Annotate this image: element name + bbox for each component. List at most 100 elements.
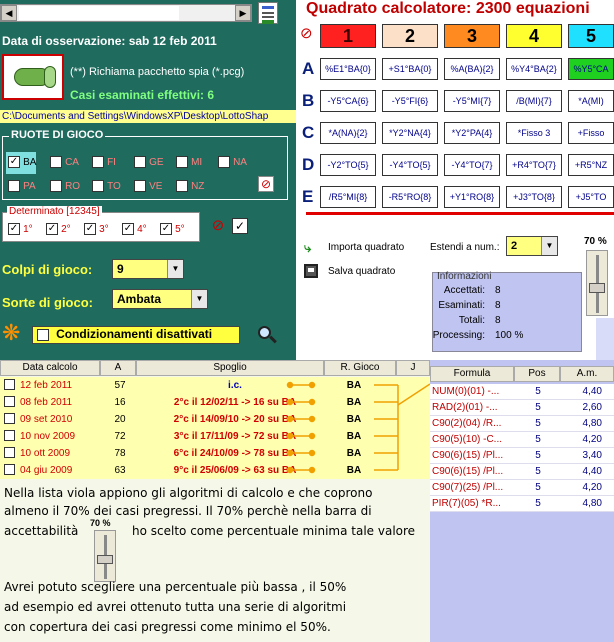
clear-ruote-icon[interactable]: ⊘ xyxy=(258,176,274,192)
ruota-checkbox[interactable] xyxy=(134,156,146,169)
list-item[interactable]: C90(5)(10) -C... 5 4,20 xyxy=(430,432,614,448)
column-header-4[interactable]: 4 xyxy=(506,24,562,48)
determinato-2[interactable]: ✓ 2° xyxy=(46,223,71,236)
equation-cell[interactable]: *A(MI) xyxy=(568,90,614,112)
equation-cell[interactable]: +Y1°RO{8} xyxy=(444,186,500,208)
ruota-checkbox[interactable] xyxy=(176,180,188,193)
equation-cell[interactable]: -Y5°FI{6} xyxy=(382,90,438,112)
equation-cell[interactable]: *Fisso 3 xyxy=(506,122,562,144)
determinato-checkbox[interactable]: ✓ xyxy=(8,223,20,236)
ruota-checkbox[interactable] xyxy=(134,180,146,193)
snowflake-icon[interactable]: ❋ xyxy=(2,322,20,344)
equation-cell[interactable]: +J3°TO{8} xyxy=(506,186,562,208)
chevron-down-icon[interactable]: ▼ xyxy=(541,237,557,255)
determinato-4[interactable]: ✓ 4° xyxy=(122,223,147,236)
ruota-nz[interactable]: NZ xyxy=(176,180,204,193)
equation-cell[interactable]: +R4°TO{7} xyxy=(506,154,562,176)
determinato-checkbox[interactable]: ✓ xyxy=(84,223,96,236)
equation-cell[interactable]: -Y5°CA{6} xyxy=(320,90,376,112)
equation-cell[interactable]: +J5°TO xyxy=(568,186,614,208)
equation-cell[interactable]: -Y2°TO{5} xyxy=(320,154,376,176)
slider-thumb[interactable] xyxy=(589,283,605,293)
list-item[interactable]: NUM(0)(01) -... 5 4,40 xyxy=(430,384,614,400)
horizontal-scrollbar[interactable]: ◀ ▶ xyxy=(0,4,252,22)
acceptance-slider[interactable] xyxy=(586,250,608,316)
list-item[interactable]: RAD(2)(01) -... 5 2,60 xyxy=(430,400,614,416)
row-header-e[interactable]: E xyxy=(302,187,313,207)
list-header-formula[interactable]: Formula xyxy=(430,366,514,382)
list-header-am[interactable]: A.m. xyxy=(560,366,614,382)
ruota-checkbox[interactable] xyxy=(50,180,62,193)
equation-cell[interactable]: -Y4°TO{7} xyxy=(444,154,500,176)
ruota-checkbox[interactable] xyxy=(50,156,62,169)
sorte-select[interactable]: Ambata ▼ xyxy=(112,289,208,309)
ruota-ro[interactable]: RO xyxy=(50,180,80,193)
determinato-checkbox[interactable]: ✓ xyxy=(46,223,58,236)
list-item[interactable]: C90(2)(04) /R... 5 4,80 xyxy=(430,416,614,432)
equation-cell[interactable]: /B(MI){7} xyxy=(506,90,562,112)
document-icon[interactable] xyxy=(258,2,278,24)
chevron-down-icon[interactable]: ▼ xyxy=(167,260,183,278)
equation-cell[interactable]: -Y5°MI{7} xyxy=(444,90,500,112)
equation-cell[interactable]: *Y2°NA{4} xyxy=(382,122,438,144)
import-icon[interactable]: ⤷ xyxy=(304,240,320,255)
equation-cell[interactable]: +S1°BA{0} xyxy=(382,58,438,80)
ruota-to[interactable]: TO xyxy=(92,180,121,193)
list-header-pos[interactable]: Pos xyxy=(514,366,560,382)
column-header-3[interactable]: 3 xyxy=(444,24,500,48)
ruota-ba[interactable]: ✓ BA xyxy=(8,156,36,169)
ruota-ge[interactable]: GE xyxy=(134,156,164,169)
salva-label[interactable]: Salva quadrato xyxy=(328,266,395,277)
scroll-thumb[interactable] xyxy=(19,6,179,20)
equation-cell[interactable]: +Fisso xyxy=(568,122,614,144)
save-icon[interactable] xyxy=(304,264,318,278)
ruota-checkbox[interactable]: ✓ xyxy=(8,156,20,169)
ruota-checkbox[interactable] xyxy=(218,156,230,169)
scroll-right-arrow[interactable]: ▶ xyxy=(235,5,251,21)
equation-cell[interactable]: *Y2°PA{4} xyxy=(444,122,500,144)
ruota-mi[interactable]: MI xyxy=(176,156,202,169)
ruota-checkbox[interactable] xyxy=(176,156,188,169)
column-header-1[interactable]: 1 xyxy=(320,24,376,48)
list-item[interactable]: PIR(7)(05) *R... 5 4,80 xyxy=(430,496,614,512)
ruota-checkbox[interactable] xyxy=(92,180,104,193)
equation-cell[interactable]: +R5°NZ xyxy=(568,154,614,176)
row-header-d[interactable]: D xyxy=(302,155,314,175)
list-item[interactable]: C90(7)(25) /Pl... 5 4,20 xyxy=(430,480,614,496)
column-header-5[interactable]: 5 xyxy=(568,24,614,48)
importa-label[interactable]: Importa quadrato xyxy=(328,242,404,253)
equation-cell[interactable]: %Y5°CA xyxy=(568,58,614,80)
equation-cell[interactable]: -R5°RO{8} xyxy=(382,186,438,208)
list-item[interactable]: C90(6)(15) /Pl... 5 4,40 xyxy=(430,464,614,480)
ruota-na[interactable]: NA xyxy=(218,156,247,169)
ruota-ca[interactable]: CA xyxy=(50,156,79,169)
equation-cell[interactable]: %E1°BA{0} xyxy=(320,58,376,80)
equation-cell[interactable]: *A(NA){2} xyxy=(320,122,376,144)
equation-cell[interactable]: %Y4°BA{2} xyxy=(506,58,562,80)
ruota-fi[interactable]: FI xyxy=(92,156,116,169)
determinato-5[interactable]: ✓ 5° xyxy=(160,223,185,236)
determinato-checkbox[interactable]: ✓ xyxy=(160,223,172,236)
estendi-select[interactable]: 2 ▼ xyxy=(506,236,558,256)
determinato-3[interactable]: ✓ 3° xyxy=(84,223,109,236)
determinato-1[interactable]: ✓ 1° xyxy=(8,223,33,236)
row-header-b[interactable]: B xyxy=(302,91,314,111)
equation-cell[interactable]: %A(BA){2} xyxy=(444,58,500,80)
chevron-down-icon[interactable]: ▼ xyxy=(191,290,207,308)
determinato-all-checkbox[interactable]: ✓ xyxy=(232,218,248,234)
list-item[interactable]: C90(6)(15) /Pl... 5 3,40 xyxy=(430,448,614,464)
scroll-left-arrow[interactable]: ◀ xyxy=(1,5,17,21)
ruota-checkbox[interactable] xyxy=(92,156,104,169)
ruota-checkbox[interactable] xyxy=(8,180,20,193)
search-icon[interactable] xyxy=(256,324,278,346)
ruota-ve[interactable]: VE xyxy=(134,180,162,193)
clear-determinato-icon[interactable]: ⊘ xyxy=(210,218,226,234)
colpi-select[interactable]: 9 ▼ xyxy=(112,259,184,279)
equation-cell[interactable]: -Y4°TO{5} xyxy=(382,154,438,176)
ruota-pa[interactable]: PA xyxy=(8,180,36,193)
condizionamenti-box[interactable]: Condizionamenti disattivati xyxy=(32,326,240,344)
condizionamenti-checkbox[interactable] xyxy=(37,329,49,342)
determinato-checkbox[interactable]: ✓ xyxy=(122,223,134,236)
clear-quadrato-icon[interactable]: ⊘ xyxy=(300,26,313,42)
spy-package-button[interactable] xyxy=(2,54,64,100)
